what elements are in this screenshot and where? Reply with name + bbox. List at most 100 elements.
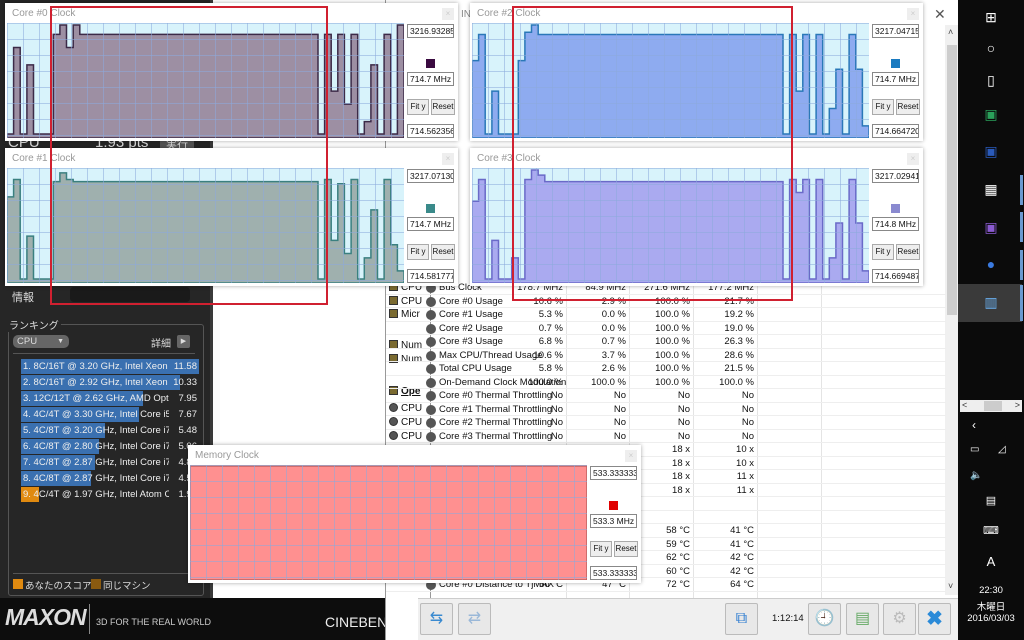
hwinfo-taskbar-button[interactable]: ▥ <box>958 284 1022 322</box>
sensor-row[interactable]: Core #3 Thermal Throttling No No No No <box>386 430 946 443</box>
globe-icon[interactable]: ● <box>958 256 1024 272</box>
sensor-row[interactable]: Core #1 Usage 5.3 % 0.0 % 100.0 % 19.2 % <box>386 308 946 322</box>
graph-min-field[interactable]: 714.664720 <box>872 124 919 138</box>
close-icon[interactable]: × <box>442 153 454 165</box>
excel-icon[interactable]: ▣ <box>958 106 1024 123</box>
collapse-button[interactable]: ⇄ <box>458 603 491 635</box>
ranking-row[interactable]: 9. 4C/4T @ 1.97 GHz, Intel Atom C1.93 <box>21 487 199 502</box>
graph-max-field[interactable]: 533.333333 <box>590 466 637 480</box>
close-icon: ✖ <box>926 608 943 630</box>
graph-max-field[interactable]: 3216.932851 <box>407 24 454 38</box>
cortana-circle-icon[interactable]: ○ <box>958 40 1024 56</box>
app-purple-icon[interactable]: ▣ <box>958 219 1024 236</box>
ranking-label: 2. 8C/16T @ 2.92 GHz, Intel Xeon C <box>23 377 169 388</box>
clock-time[interactable]: 22:30 <box>958 585 1024 596</box>
clock-reset-button[interactable]: 🕘 <box>808 603 841 635</box>
reset-button[interactable]: Reset <box>614 541 638 557</box>
fit-y-button[interactable]: Fit y <box>590 541 612 557</box>
graph-min-field[interactable]: 714.562356 <box>407 124 454 138</box>
calculator-icon[interactable]: ▦ <box>958 181 1024 198</box>
graph-max-field[interactable]: 3217.071306 <box>407 169 454 183</box>
ranking-row[interactable]: 5. 4C/8T @ 3.20 GHz, Intel Core i7 C 5.48 <box>21 423 199 438</box>
sensor-value: No <box>550 430 563 442</box>
keyboard-icon[interactable]: ⌨ <box>958 524 1024 537</box>
task-view-icon[interactable]: ▯ <box>958 72 1024 89</box>
fit-y-button[interactable]: Fit y <box>872 99 894 115</box>
sensor-row[interactable]: Core #2 Usage 0.7 % 0.0 % 100.0 % 19.0 % <box>386 322 946 335</box>
fit-y-button[interactable]: Fit y <box>872 244 894 260</box>
sensor-row[interactable]: Total CPU Usage 5.8 % 2.6 % 100.0 % 21.5 % <box>386 362 946 376</box>
hwinfo-toolbar: ⇆ ⇄ ⧉ 1:12:14 🕘 ▤ ⚙ ✖ <box>418 598 958 640</box>
show-hidden-icons[interactable]: ‹ <box>972 418 976 432</box>
ranking-row[interactable]: 8. 4C/8T @ 2.87 GHz, Intel Core i7 C4.56 <box>21 471 199 486</box>
sensor-value: No <box>677 403 690 415</box>
graph-max-field[interactable]: 3217.029414 <box>872 169 919 183</box>
sensor-row[interactable]: Core #0 Usage 10.6 % 2.9 % 100.0 % 21.7 % <box>386 295 946 308</box>
ranking-row[interactable]: 1. 8C/16T @ 3.20 GHz, Intel Xeon C 11.58 <box>21 359 199 374</box>
sensor-row[interactable]: Core #3 Usage 6.8 % 0.7 % 100.0 % 26.3 % <box>386 335 946 349</box>
your-score-swatch <box>13 579 23 589</box>
sensor-icon <box>426 350 436 361</box>
word-icon[interactable]: ▣ <box>958 143 1024 160</box>
taskbar-scrollbar[interactable]: < > <box>960 400 1022 412</box>
close-icon[interactable]: × <box>907 153 919 165</box>
ranking-score: 11.58 <box>173 361 197 372</box>
ranking-row[interactable]: 6. 4C/8T @ 2.80 GHz, Intel Core i7 C5.06 <box>21 439 199 454</box>
settings-button[interactable]: ⚙ <box>883 603 916 635</box>
ranking-row[interactable]: 3. 12C/12T @ 2.62 GHz, AMD Opter 7.95 <box>21 391 199 406</box>
ranking-row[interactable]: 4. 4C/4T @ 3.30 GHz, Intel Core i5- 7.67 <box>21 407 199 422</box>
volume-icon[interactable]: 🔈 <box>970 470 982 481</box>
series-color-swatch <box>426 59 435 68</box>
graph-min-field[interactable]: 533.333333 <box>590 566 637 580</box>
scroll-up-icon[interactable]: ˄ <box>948 27 953 37</box>
sensor-value: 2.9 % <box>601 295 626 307</box>
wifi-icon[interactable]: ◿ <box>998 444 1006 455</box>
sensor-value: 5.3 % <box>538 309 563 320</box>
sensor-value: 26.3 % <box>724 336 754 347</box>
ranking-dropdown[interactable]: CPU ▼ <box>13 335 69 348</box>
close-icon[interactable]: × <box>442 8 454 20</box>
fit-y-button[interactable]: Fit y <box>407 99 429 115</box>
scroll-thumb[interactable] <box>947 45 957 315</box>
ime-indicator[interactable]: A <box>958 554 1024 569</box>
scroll-left-icon[interactable]: < <box>962 400 967 410</box>
expand-collapse-button[interactable]: ⇆ <box>420 603 453 635</box>
close-icon[interactable]: × <box>907 8 919 20</box>
battery-icon[interactable]: ▭ <box>970 444 979 455</box>
close-icon[interactable]: ✕ <box>934 6 946 23</box>
graph-min-field[interactable]: 714.581777 <box>407 269 454 283</box>
network-button[interactable]: ⧉ <box>725 603 758 635</box>
series-color-swatch <box>891 204 900 213</box>
reset-button[interactable]: Reset <box>896 99 920 115</box>
clock-date[interactable]: 2016/03/03 <box>958 613 1024 624</box>
fit-y-button[interactable]: Fit y <box>407 244 429 260</box>
report-button[interactable]: ▤ <box>846 603 879 635</box>
reset-button[interactable]: Reset <box>896 244 920 260</box>
graph-max-field[interactable]: 3217.047152 <box>872 24 919 38</box>
scroll-right-icon[interactable]: > <box>1015 400 1020 410</box>
reset-button[interactable]: Reset <box>431 244 455 260</box>
ranking-row[interactable]: 2. 8C/16T @ 2.92 GHz, Intel Xeon C 10.33 <box>21 375 199 390</box>
sensor-row[interactable]: On-Demand Clock Modulation 100.0 % 100.0 %… <box>386 376 946 389</box>
windows-start-icon[interactable]: ⊞ <box>958 9 1024 26</box>
sensor-row[interactable]: Core #1 Thermal Throttling No No No No <box>386 403 946 416</box>
graph-min-field[interactable]: 714.669487 <box>872 269 919 283</box>
sensor-row[interactable]: Core #2 Thermal Throttling No No No No <box>386 416 946 430</box>
ranking-label: 9. 4C/4T @ 1.97 GHz, Intel Atom C <box>23 489 169 500</box>
sensor-value: 10 x <box>736 457 754 469</box>
ranking-row[interactable]: 7. 4C/8T @ 2.87 GHz, Intel Core i7 C4.83 <box>21 455 199 470</box>
sensor-row[interactable]: Core #0 Thermal Throttling No No No No <box>386 389 946 403</box>
action-center-icon[interactable]: ▤ <box>958 494 1024 507</box>
reset-button[interactable]: Reset <box>431 99 455 115</box>
sensor-value: No <box>677 417 690 428</box>
scrollbar[interactable]: ˄ ˅ <box>945 25 959 595</box>
sensor-row[interactable]: Max CPU/Thread Usage 10.6 % 3.7 % 100.0 % 28… <box>386 349 946 362</box>
scroll-thumb[interactable] <box>984 401 1002 411</box>
details-arrow-button[interactable]: ▶ <box>177 335 190 348</box>
close-sensors-button[interactable]: ✖ <box>918 603 951 635</box>
clock-graph-window: Core #0 Clock × 3216.932851 714.7 MHz Fit yR… <box>5 3 458 141</box>
close-icon[interactable]: × <box>625 450 637 462</box>
ranking-label: 6. 4C/8T @ 2.80 GHz, Intel Core i7 C <box>23 441 169 452</box>
scroll-down-icon[interactable]: ˅ <box>948 581 953 591</box>
clock-weekday[interactable]: 木曜日 <box>958 599 1024 613</box>
